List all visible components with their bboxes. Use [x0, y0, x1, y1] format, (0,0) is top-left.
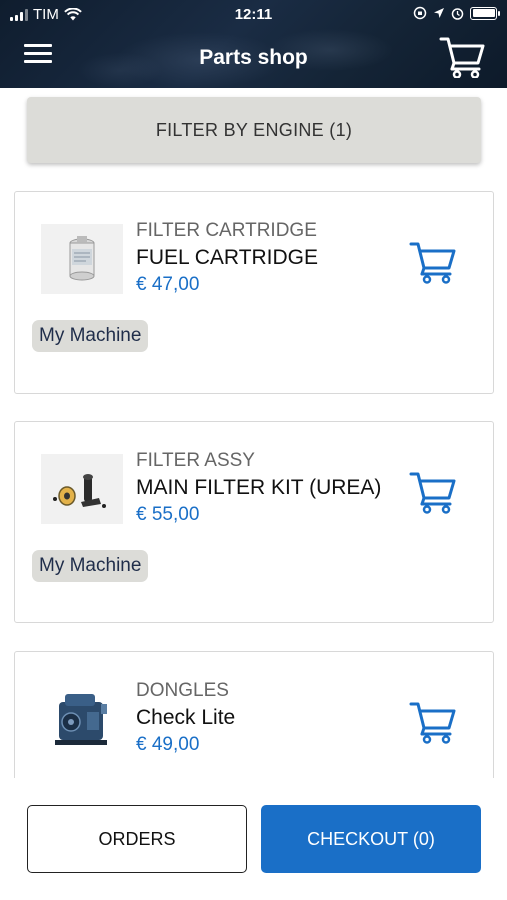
product-name: MAIN FILTER KIT (UREA) — [136, 476, 382, 499]
app-header: TIM 12:11 Parts shop — [0, 0, 507, 88]
product-price: € 47,00 — [136, 274, 200, 295]
product-price: € 55,00 — [136, 504, 200, 525]
product-card[interactable]: FILTER CARTRIDGE FUEL CARTRIDGE € 47,00 … — [14, 191, 494, 394]
product-name: FUEL CARTRIDGE — [136, 246, 319, 269]
orientation-lock-icon — [413, 6, 427, 20]
product-category: DONGLES — [136, 680, 229, 701]
product-card[interactable]: DONGLES Check Lite € 49,00 — [14, 651, 494, 778]
engine-image — [41, 684, 123, 754]
location-icon — [434, 8, 444, 18]
my-machine-badge[interactable]: My Machine — [32, 320, 149, 352]
add-to-cart-icon[interactable] — [408, 700, 458, 744]
page-title: Parts shop — [199, 46, 308, 69]
product-card[interactable]: FILTER ASSY MAIN FILTER KIT (UREA) € 55,… — [14, 421, 494, 623]
bottom-action-bar: ORDERS CHECKOUT (0) — [0, 778, 507, 900]
product-name: Check Lite — [136, 706, 236, 729]
product-category: FILTER ASSY — [136, 450, 255, 471]
checkout-button[interactable]: CHECKOUT (0) — [261, 805, 481, 873]
add-to-cart-icon[interactable] — [408, 240, 458, 284]
orders-button[interactable]: ORDERS — [27, 805, 247, 873]
status-right — [413, 6, 500, 20]
add-to-cart-icon[interactable] — [408, 470, 458, 514]
alarm-icon — [451, 7, 464, 20]
product-category: FILTER CARTRIDGE — [136, 220, 317, 241]
shopping-cart-icon[interactable] — [439, 36, 485, 78]
filter-by-engine-button[interactable]: FILTER BY ENGINE (1) — [27, 97, 481, 163]
status-bar: TIM 12:11 — [0, 0, 507, 30]
battery-icon — [470, 6, 500, 20]
product-list: FILTER CARTRIDGE FUEL CARTRIDGE € 47,00 … — [0, 190, 507, 778]
product-price: € 49,00 — [136, 734, 200, 755]
my-machine-badge[interactable]: My Machine — [32, 550, 149, 582]
fuel-cartridge-image — [41, 224, 123, 294]
filter-kit-image — [41, 454, 123, 524]
